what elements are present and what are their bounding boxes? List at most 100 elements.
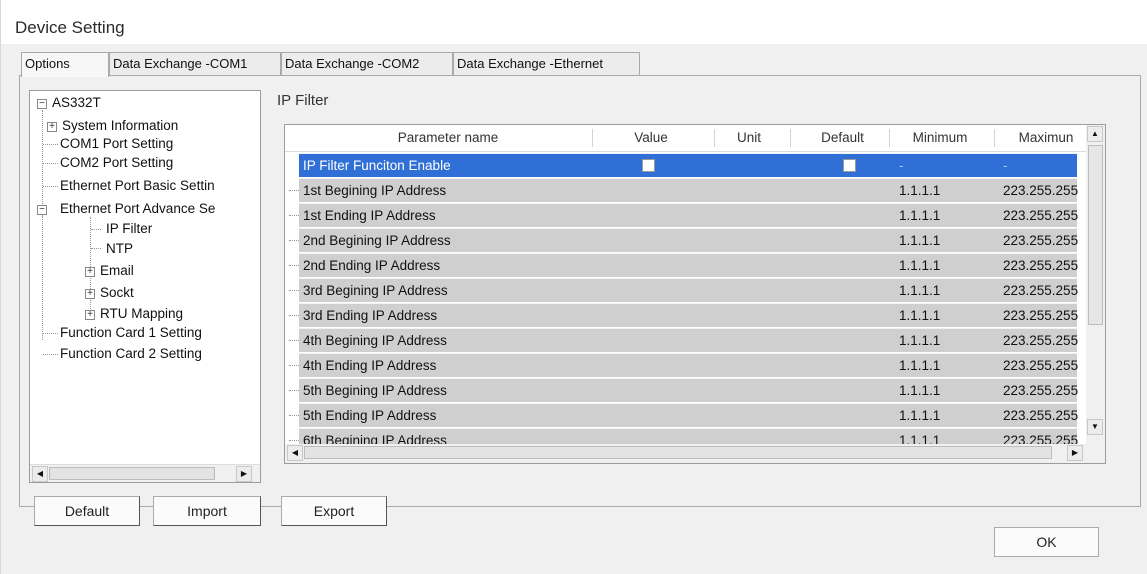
column-header-parameter-name[interactable]: Parameter name bbox=[373, 130, 523, 145]
table-row[interactable]: 1st Ending IP Address 1.1.1.1 223.255.25… bbox=[299, 203, 1078, 227]
column-divider bbox=[790, 129, 791, 147]
table-row-ip-filter-enable[interactable]: IP Filter Funciton Enable - - bbox=[299, 153, 1077, 177]
value-checkbox[interactable] bbox=[642, 159, 655, 172]
table-row[interactable]: 5th Ending IP Address 1.1.1.1 223.255.25… bbox=[299, 403, 1079, 427]
table-row[interactable]: 4th Ending IP Address 1.1.1.1 223.255.25… bbox=[299, 353, 1079, 377]
tab-data-exchange-com1[interactable]: Data Exchange -COM1 bbox=[109, 52, 281, 76]
expand-icon[interactable]: + bbox=[47, 122, 57, 132]
scroll-thumb[interactable] bbox=[1088, 145, 1103, 325]
row-maximum: 223.255.255 bbox=[1003, 258, 1079, 273]
tab-options[interactable]: Options bbox=[21, 52, 109, 77]
column-header-value[interactable]: Value bbox=[621, 130, 681, 145]
row-maximum: 223.255.255 bbox=[1003, 408, 1079, 423]
row-parameter-name: 2nd Begining IP Address bbox=[303, 233, 451, 248]
tab-data-exchange-com2[interactable]: Data Exchange -COM2 bbox=[281, 52, 453, 76]
expand-icon[interactable]: + bbox=[85, 310, 95, 320]
row-minimum: 1.1.1.1 bbox=[899, 233, 941, 248]
column-divider bbox=[994, 129, 995, 147]
tree-item-function-card-2[interactable]: Function Card 2 Setting bbox=[60, 346, 202, 361]
column-divider bbox=[592, 129, 593, 147]
tree-horizontal-scrollbar[interactable]: ◀ ▶ bbox=[30, 464, 260, 482]
tab-data-exchange-ethernet[interactable]: Data Exchange -Ethernet bbox=[453, 52, 640, 76]
default-button[interactable]: Default bbox=[34, 496, 140, 526]
table-row[interactable]: 1st Begining IP Address 1.1.1.1 223.255.… bbox=[299, 178, 1079, 202]
tree-line bbox=[289, 340, 299, 341]
column-header-maximum[interactable]: Maximun bbox=[1016, 130, 1076, 145]
title-bar: Device Setting bbox=[1, 0, 1147, 44]
tree-line bbox=[289, 265, 299, 266]
row-minimum: 1.1.1.1 bbox=[899, 333, 941, 348]
tree-item-ntp[interactable]: NTP bbox=[106, 241, 133, 256]
tree-item-ip-filter[interactable]: IP Filter bbox=[106, 221, 152, 236]
tree-line bbox=[289, 440, 299, 441]
row-parameter-name: 3rd Begining IP Address bbox=[303, 283, 448, 298]
row-minimum: 1.1.1.1 bbox=[899, 208, 941, 223]
row-parameter-name: IP Filter Funciton Enable bbox=[303, 158, 451, 173]
table-row[interactable]: 4th Begining IP Address 1.1.1.1 223.255.… bbox=[299, 328, 1079, 352]
settings-tree[interactable]: − AS332T + System Information COM1 Port … bbox=[29, 90, 261, 483]
tree-line bbox=[289, 240, 299, 241]
tree-line bbox=[289, 315, 299, 316]
row-minimum: 1.1.1.1 bbox=[899, 183, 941, 198]
parameter-grid[interactable]: Parameter name Value Unit Default Minimu… bbox=[284, 124, 1106, 464]
expand-icon[interactable]: + bbox=[85, 289, 95, 299]
column-divider bbox=[714, 129, 715, 147]
row-maximum: 223.255.255 bbox=[1003, 358, 1079, 373]
scroll-thumb[interactable] bbox=[49, 467, 215, 480]
import-button[interactable]: Import bbox=[153, 496, 261, 526]
scroll-right-icon[interactable]: ▶ bbox=[236, 466, 252, 482]
row-maximum: 223.255.255 bbox=[1003, 183, 1079, 198]
row-parameter-name: 3rd Ending IP Address bbox=[303, 308, 438, 323]
row-maximum: - bbox=[1003, 158, 1008, 173]
table-row[interactable]: 5th Begining IP Address 1.1.1.1 223.255.… bbox=[299, 378, 1078, 402]
ok-button[interactable]: OK bbox=[994, 527, 1099, 557]
row-parameter-name: 4th Ending IP Address bbox=[303, 358, 437, 373]
tree-item-sockt[interactable]: Sockt bbox=[100, 285, 134, 300]
row-parameter-name: 5th Ending IP Address bbox=[303, 408, 437, 423]
export-button[interactable]: Export bbox=[281, 496, 387, 526]
row-parameter-name: 1st Ending IP Address bbox=[303, 208, 436, 223]
collapse-icon[interactable]: − bbox=[37, 205, 47, 215]
row-maximum: 223.255.255 bbox=[1003, 333, 1079, 348]
column-header-minimum[interactable]: Minimum bbox=[900, 130, 980, 145]
row-minimum: 1.1.1.1 bbox=[899, 383, 941, 398]
expand-icon[interactable]: + bbox=[85, 267, 95, 277]
tree-item-email[interactable]: Email bbox=[100, 263, 134, 278]
scroll-up-icon[interactable]: ▲ bbox=[1087, 126, 1103, 142]
tree-item-system-information[interactable]: System Information bbox=[62, 118, 178, 133]
scroll-left-icon[interactable]: ◀ bbox=[287, 445, 303, 461]
row-minimum: 1.1.1.1 bbox=[899, 308, 941, 323]
collapse-icon[interactable]: − bbox=[37, 99, 47, 109]
tree-line bbox=[91, 248, 101, 249]
tree-item-ethernet-basic[interactable]: Ethernet Port Basic Settin bbox=[60, 178, 215, 193]
row-minimum: 1.1.1.1 bbox=[899, 258, 941, 273]
column-header-unit[interactable]: Unit bbox=[729, 130, 769, 145]
tree-item-ethernet-advance[interactable]: Ethernet Port Advance Se bbox=[60, 201, 215, 216]
table-row[interactable]: 2nd Ending IP Address 1.1.1.1 223.255.25… bbox=[299, 253, 1079, 277]
table-row[interactable]: 3rd Begining IP Address 1.1.1.1 223.255.… bbox=[299, 278, 1078, 302]
row-maximum: 223.255.255 bbox=[1003, 233, 1079, 248]
table-row[interactable]: 2nd Begining IP Address 1.1.1.1 223.255.… bbox=[299, 228, 1079, 252]
grid-header: Parameter name Value Unit Default Minimu… bbox=[285, 125, 1105, 152]
row-parameter-name: 5th Begining IP Address bbox=[303, 383, 447, 398]
scroll-right-icon[interactable]: ▶ bbox=[1067, 445, 1083, 461]
scroll-thumb[interactable] bbox=[304, 446, 1052, 459]
tree-line bbox=[91, 229, 101, 230]
tree-root[interactable]: AS332T bbox=[52, 95, 101, 110]
tree-item-com1-port-setting[interactable]: COM1 Port Setting bbox=[60, 136, 173, 151]
window-title: Device Setting bbox=[15, 18, 125, 37]
grid-vertical-scrollbar[interactable]: ▲ ▼ bbox=[1086, 125, 1105, 445]
scroll-left-icon[interactable]: ◀ bbox=[32, 466, 48, 482]
row-minimum: 1.1.1.1 bbox=[899, 283, 941, 298]
table-row[interactable]: 3rd Ending IP Address 1.1.1.1 223.255.25… bbox=[299, 303, 1079, 327]
tree-line bbox=[289, 215, 299, 216]
tree-item-function-card-1[interactable]: Function Card 1 Setting bbox=[60, 325, 202, 340]
tree-item-com2-port-setting[interactable]: COM2 Port Setting bbox=[60, 155, 173, 170]
column-header-default[interactable]: Default bbox=[810, 130, 875, 145]
grid-horizontal-scrollbar[interactable]: ◀ ▶ bbox=[285, 444, 1105, 463]
tree-item-rtu-mapping[interactable]: RTU Mapping bbox=[100, 306, 183, 321]
scroll-down-icon[interactable]: ▼ bbox=[1087, 419, 1103, 435]
column-divider bbox=[889, 129, 890, 147]
row-maximum: 223.255.255 bbox=[1003, 308, 1079, 323]
row-parameter-name: 4th Begining IP Address bbox=[303, 333, 447, 348]
